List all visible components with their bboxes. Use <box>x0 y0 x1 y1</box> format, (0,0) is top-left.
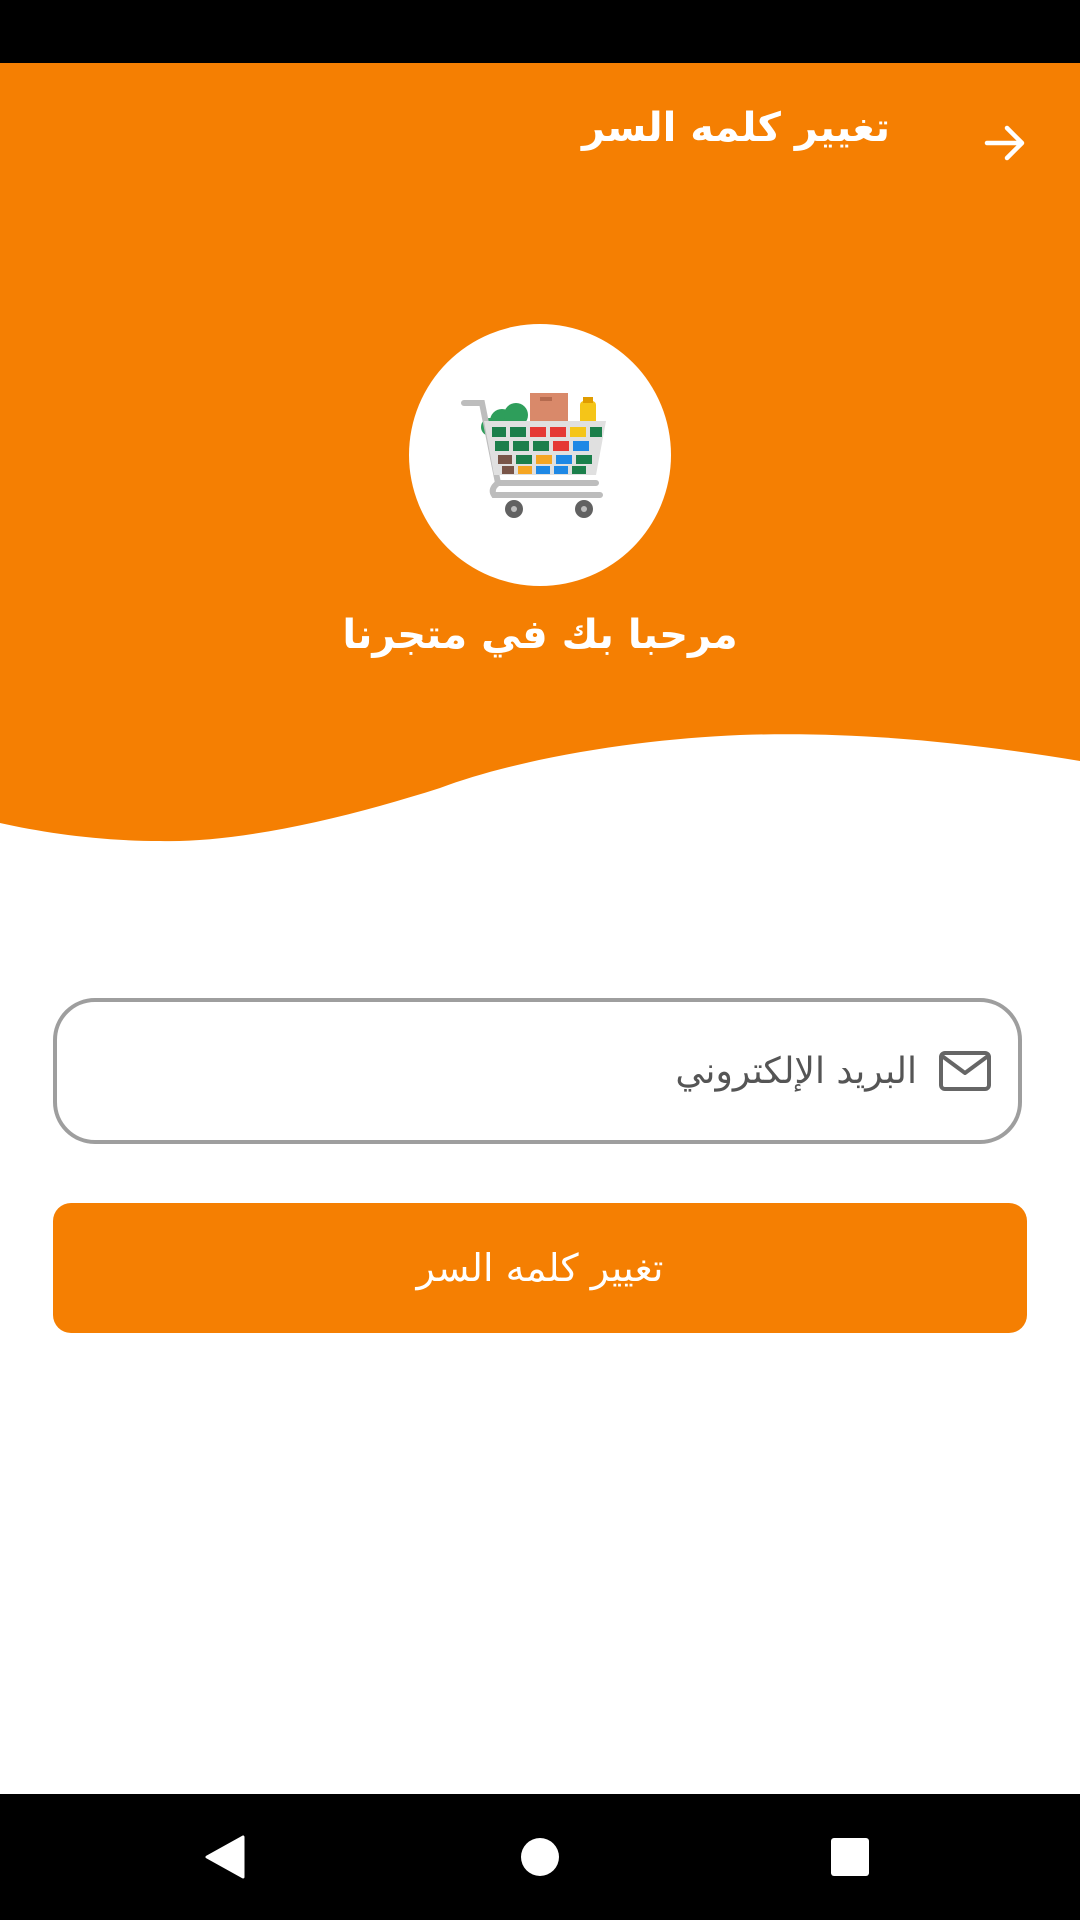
nav-recents-button[interactable] <box>820 1827 880 1887</box>
nav-home-button[interactable] <box>510 1827 570 1887</box>
home-circle-icon <box>521 1838 559 1876</box>
app-bar: تغيير كلمه السر <box>0 63 1080 208</box>
back-button[interactable] <box>970 108 1040 178</box>
store-logo <box>409 324 671 586</box>
change-password-button[interactable]: تغيير كلمه السر <box>53 1203 1027 1333</box>
status-bar <box>0 0 1080 63</box>
shopping-cart-icon <box>461 393 606 518</box>
email-input[interactable] <box>87 1002 917 1140</box>
email-field[interactable] <box>53 998 1022 1144</box>
system-nav-bar <box>0 1794 1080 1920</box>
recents-square-icon <box>831 1838 869 1876</box>
arrow-right-icon <box>984 125 1025 161</box>
back-triangle-icon <box>205 1835 245 1879</box>
nav-back-button[interactable] <box>195 1827 255 1887</box>
mail-icon <box>939 1051 991 1091</box>
welcome-text: مرحبا بك في متجرنا <box>342 612 738 658</box>
page-title: تغيير كلمه السر <box>582 105 890 151</box>
